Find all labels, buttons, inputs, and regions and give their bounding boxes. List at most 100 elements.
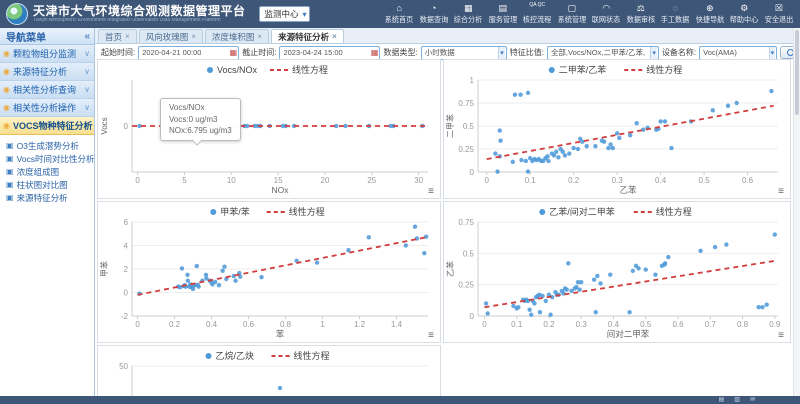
nav-item-network[interactable]: ◠联网状态 — [589, 3, 624, 25]
svg-text:线性方程: 线性方程 — [656, 206, 692, 217]
svg-text:0: 0 — [470, 168, 475, 177]
nav-item-label: 综合分析 — [454, 14, 483, 24]
nav-item-report[interactable]: ▤服务管理 — [486, 3, 521, 25]
nav-item-label: 手工数据 — [661, 14, 690, 24]
sidebar-item-concentration-composition[interactable]: ▣浓度组成图 — [6, 165, 94, 178]
sidebar-group-label: 颗粒物组分监测 — [13, 47, 76, 60]
tab-home[interactable]: 首页× — [98, 29, 137, 43]
svg-text:0: 0 — [135, 176, 140, 185]
center-select[interactable]: 监测中心 ▾ — [259, 6, 310, 22]
tab-source-feature[interactable]: 来源特征分析× — [271, 29, 344, 43]
header-nav: ⌂系统首页◔数据查询▦综合分析▤服务管理QA QC核控流程▢系统管理◠联网状态⚖… — [382, 3, 800, 25]
mail-icon[interactable]: ✉ — [750, 397, 755, 403]
gear-icon: ⚙ — [740, 3, 748, 13]
tab-wind-rose[interactable]: 风向玫瑰图× — [139, 29, 203, 43]
center-select-value: 监测中心 — [265, 8, 299, 20]
nav-item-home[interactable]: ⌂系统首页 — [382, 3, 417, 25]
svg-text:0.9: 0.9 — [769, 320, 781, 329]
chart-menu-icon[interactable]: ≡ — [778, 331, 784, 341]
chart-menu-icon[interactable]: ≡ — [428, 331, 434, 341]
nav-item-logout[interactable]: ☒安全退出 — [762, 3, 797, 25]
chart-tooltip: Vocs/NOxVocs:0 ug/m3NOx:6.795 ug/m3 — [160, 98, 241, 141]
app-logo-icon — [6, 3, 28, 25]
start-time-label: 起始时间: — [101, 47, 135, 58]
nav-item-data-query[interactable]: ◔数据查询 — [417, 3, 452, 25]
svg-text:6: 6 — [124, 218, 129, 227]
chevron-down-icon: ∨ — [84, 85, 90, 94]
ratio-select[interactable]: 全部,Vocs/NOx,二甲苯/乙苯, ▾ — [547, 46, 659, 60]
monitor-icon: ▢ — [567, 3, 576, 13]
chevron-down-icon: ∨ — [84, 49, 90, 58]
datatype-select[interactable]: 小时数据 ▾ — [421, 46, 507, 60]
nav-item-manual[interactable]: ◌手工数据 — [658, 3, 693, 25]
nav-item-qaqc[interactable]: QA QC核控流程 — [520, 3, 555, 25]
print-icon[interactable]: ▤ — [719, 397, 725, 403]
svg-text:0: 0 — [124, 289, 129, 298]
nav-item-audit[interactable]: ⚖数据审核 — [624, 3, 659, 25]
close-icon[interactable]: × — [257, 32, 262, 41]
home-icon: ⌂ — [397, 3, 402, 13]
sidebar-item-vocs-time-compare[interactable]: ▣Vocs时间对比性分析 — [6, 152, 94, 165]
sidebar-item-o3-potential[interactable]: ▣O3生成潜势分析 — [6, 139, 94, 152]
svg-text:0.3: 0.3 — [612, 176, 624, 185]
chat-icon[interactable]: ▥ — [734, 397, 740, 403]
filter-bar: 起始时间: 2020-04-21 00:00 ▦ 截止时间: 2023-04-2… — [95, 44, 800, 60]
end-time-label: 截止时间: — [242, 47, 276, 58]
start-time-input[interactable]: 2020-04-21 00:00 ▦ — [138, 46, 239, 60]
chevron-down-icon: ▾ — [498, 47, 505, 59]
sidebar-item-bar-compare[interactable]: ▣柱状图对比图 — [6, 178, 94, 191]
sidebar-group-correlation-ops[interactable]: ◉相关性分析操作∨ — [0, 99, 94, 117]
svg-text:乙苯: 乙苯 — [619, 185, 637, 195]
main-scrollbar[interactable] — [793, 28, 800, 396]
svg-text:50: 50 — [119, 362, 128, 371]
svg-text:5: 5 — [182, 176, 187, 185]
sidebar-item-label: Vocs时间对比性分析 — [17, 153, 95, 165]
tab-concentration-stack[interactable]: 浓度堆积图× — [205, 29, 269, 43]
nav-item-help[interactable]: ⚙帮助中心 — [727, 3, 762, 25]
svg-text:0: 0 — [484, 176, 489, 185]
sidebar-group-label: VOCS物种特征分析 — [13, 119, 93, 132]
svg-text:0.4: 0.4 — [655, 176, 667, 185]
sidebar-item-source-feature[interactable]: ▣来源特征分析 — [6, 191, 94, 204]
chart-menu-icon[interactable]: ≡ — [428, 187, 434, 197]
datatype-label: 数据类型: — [383, 47, 417, 58]
chart-menu-icon[interactable]: ≡ — [778, 187, 784, 197]
nav-item-analysis[interactable]: ▦综合分析 — [451, 3, 486, 25]
sidebar-group-vocs-species[interactable]: ◉VOCS物种特征分析∧ — [0, 117, 94, 135]
close-icon[interactable]: × — [191, 32, 196, 41]
nav-item-system[interactable]: ▢系统管理 — [555, 3, 590, 25]
svg-text:乙苯: 乙苯 — [445, 261, 455, 277]
calendar-icon[interactable]: ▦ — [230, 48, 238, 57]
svg-text:0.8: 0.8 — [737, 320, 749, 329]
svg-text:0.5: 0.5 — [463, 249, 475, 258]
svg-text:20: 20 — [321, 176, 330, 185]
svg-text:-2: -2 — [121, 312, 129, 321]
scrollbar-thumb[interactable] — [795, 30, 799, 115]
document-icon: ▤ — [498, 3, 507, 13]
sidebar-group-pm-components[interactable]: ◉颗粒物组分监测∨ — [0, 45, 94, 63]
end-time-input[interactable]: 2023-04-24 15:00 ▦ — [279, 46, 380, 60]
tab-label: 来源特征分析 — [278, 31, 329, 43]
sidebar-group-label: 来源特征分析 — [13, 65, 67, 78]
chevron-down-icon: ∨ — [84, 103, 90, 112]
nav-item-label: 系统首页 — [385, 14, 414, 24]
svg-text:0.6: 0.6 — [672, 320, 684, 329]
svg-text:1: 1 — [320, 320, 325, 329]
svg-text:NOx: NOx — [272, 185, 290, 195]
sidebar-group-correlation-query[interactable]: ◉相关性分析查询∨ — [0, 81, 94, 99]
close-icon[interactable]: × — [332, 32, 337, 41]
calendar-icon[interactable]: ▦ — [371, 48, 379, 57]
collapse-icon[interactable]: « — [84, 31, 90, 42]
report-icon: ▣ — [6, 167, 14, 176]
device-select[interactable]: Voc(AMA) ▾ — [699, 46, 777, 60]
sidebar-group-source-analysis[interactable]: ◉来源特征分析∨ — [0, 63, 94, 81]
nav-item-shortcut[interactable]: ⊕快捷导航 — [693, 3, 728, 25]
main-area: 首页×风向玫瑰图×浓度堆积图×来源特征分析× 起始时间: 2020-04-21 … — [95, 28, 800, 396]
nav-item-label: 数据审核 — [627, 14, 656, 24]
svg-text:0.2: 0.2 — [543, 320, 555, 329]
svg-text:乙苯/间对二甲苯: 乙苯/间对二甲苯 — [549, 206, 615, 217]
title-block: 天津市大气环境综合观测数据管理平台 Tianjin Atmospheric En… — [33, 5, 246, 23]
sidebar-title: 导航菜单 — [6, 29, 46, 44]
close-icon[interactable]: × — [125, 32, 130, 41]
svg-text:线性方程: 线性方程 — [294, 350, 330, 361]
